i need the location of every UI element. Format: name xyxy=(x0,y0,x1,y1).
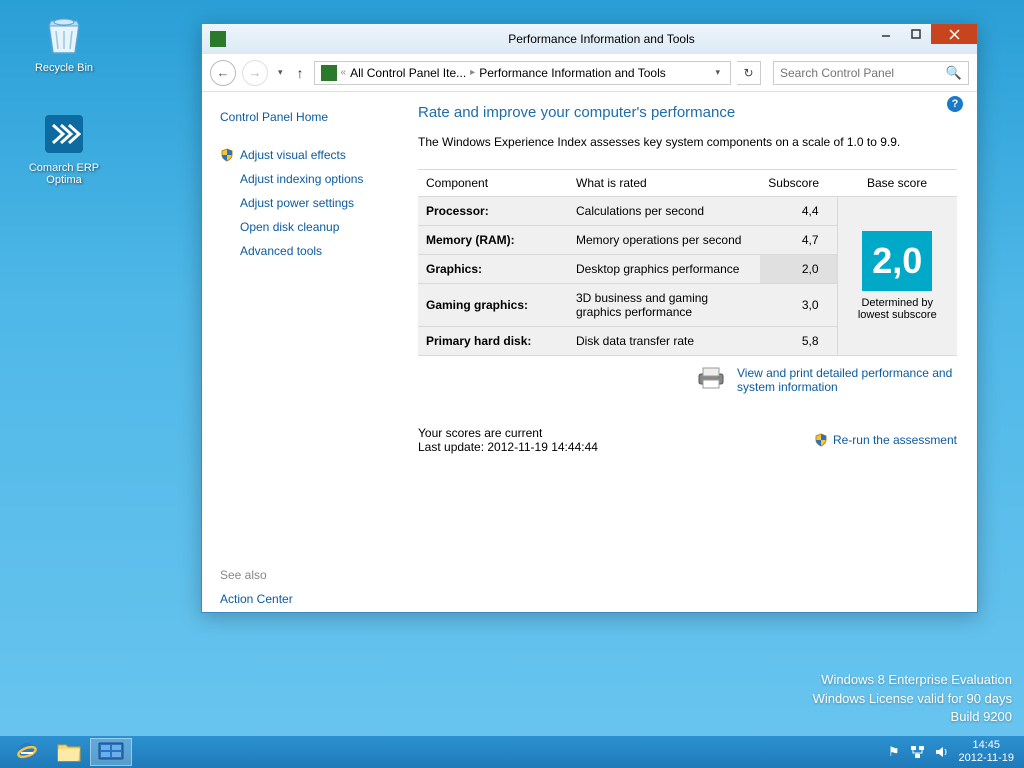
col-component: Component xyxy=(418,170,568,197)
base-score-label: Determined by lowest subscore xyxy=(846,297,950,321)
sidebar-link-advanced[interactable]: Advanced tools xyxy=(220,244,394,258)
window-performance-info: Performance Information and Tools ← → ▾ … xyxy=(201,23,978,613)
breadcrumb-dropdown[interactable]: ▾ xyxy=(711,67,724,78)
desktop-icon-comarch[interactable]: Comarch ERP Optima xyxy=(24,110,104,186)
desktop-icon-label: Comarch ERP Optima xyxy=(24,162,104,186)
row-label: Processor: xyxy=(418,197,568,226)
row-label: Memory (RAM): xyxy=(418,226,568,255)
system-tray: ⚑ 14:45 2012-11-19 xyxy=(888,739,1018,764)
row-score: 2,0 xyxy=(760,255,837,284)
taskbar-control-panel[interactable] xyxy=(90,738,132,766)
breadcrumb-item[interactable]: All Control Panel Ite... xyxy=(350,66,466,80)
search-icon: 🔍 xyxy=(946,65,962,81)
desktop-watermark: Windows 8 Enterprise Evaluation Windows … xyxy=(813,671,1012,726)
taskbar-clock[interactable]: 14:45 2012-11-19 xyxy=(959,739,1018,764)
shield-icon xyxy=(814,433,828,447)
sidebar-link-power[interactable]: Adjust power settings xyxy=(220,196,394,210)
sidebar-link-label: Adjust visual effects xyxy=(240,148,346,162)
row-rated: Memory operations per second xyxy=(568,226,760,255)
page-heading: Rate and improve your computer's perform… xyxy=(418,104,957,121)
sidebar: Control Panel Home Adjust visual effects… xyxy=(202,92,412,612)
clock-date: 2012-11-19 xyxy=(959,752,1014,765)
rerun-assessment-link[interactable]: Re-run the assessment xyxy=(814,426,957,454)
sidebar-link-label: Adjust power settings xyxy=(240,196,354,210)
row-score: 4,7 xyxy=(760,226,837,255)
breadcrumb-prefix: « xyxy=(341,67,347,78)
desktop-icon-recycle-bin[interactable]: Recycle Bin xyxy=(24,10,104,74)
base-score-cell: 2,0 Determined by lowest subscore xyxy=(837,197,957,356)
refresh-button[interactable]: ↻ xyxy=(737,61,761,85)
breadcrumb[interactable]: « All Control Panel Ite... ▸ Performance… xyxy=(314,61,731,85)
chevron-right-icon: ▸ xyxy=(470,67,475,78)
help-icon[interactable]: ? xyxy=(947,96,963,112)
printer-icon xyxy=(695,366,727,390)
view-print-link[interactable]: View and print detailed performance and … xyxy=(737,366,957,394)
watermark-line: Windows License valid for 90 days xyxy=(813,690,1012,708)
control-panel-icon xyxy=(321,65,337,81)
shield-icon xyxy=(220,148,234,162)
col-rated: What is rated xyxy=(568,170,760,197)
row-rated: Calculations per second xyxy=(568,197,760,226)
score-table: Component What is rated Subscore Base sc… xyxy=(418,169,957,356)
search-box[interactable]: 🔍 xyxy=(773,61,969,85)
search-input[interactable] xyxy=(780,66,946,80)
col-basescore: Base score xyxy=(837,170,957,197)
watermark-line: Build 9200 xyxy=(813,708,1012,726)
sidebar-link-disk-cleanup[interactable]: Open disk cleanup xyxy=(220,220,394,234)
forward-button[interactable]: → xyxy=(242,60,268,86)
volume-icon[interactable] xyxy=(935,745,949,759)
taskbar-ie[interactable] xyxy=(6,738,48,766)
breadcrumb-item[interactable]: Performance Information and Tools xyxy=(479,66,666,80)
maximize-button[interactable] xyxy=(901,24,931,44)
action-center-link[interactable]: Action Center xyxy=(220,592,394,606)
flag-icon[interactable]: ⚑ xyxy=(888,744,900,760)
sidebar-link-label: Adjust indexing options xyxy=(240,172,363,186)
history-dropdown[interactable]: ▾ xyxy=(274,67,287,78)
row-score: 4,4 xyxy=(760,197,837,226)
sidebar-link-label: Advanced tools xyxy=(240,244,322,258)
close-button[interactable] xyxy=(931,24,977,44)
row-rated: 3D business and gaming graphics performa… xyxy=(568,284,760,327)
sidebar-link-indexing[interactable]: Adjust indexing options xyxy=(220,172,394,186)
row-label: Graphics: xyxy=(418,255,568,284)
row-score: 5,8 xyxy=(760,327,837,356)
recycle-bin-icon xyxy=(40,10,88,58)
row-rated: Desktop graphics performance xyxy=(568,255,760,284)
titlebar[interactable]: Performance Information and Tools xyxy=(202,24,977,54)
network-icon[interactable] xyxy=(910,745,925,759)
comarch-icon xyxy=(40,110,88,158)
see-also-heading: See also xyxy=(220,568,394,582)
base-score-value: 2,0 xyxy=(862,231,932,291)
main-content: ? Rate and improve your computer's perfo… xyxy=(412,92,977,612)
sidebar-link-label: Open disk cleanup xyxy=(240,220,339,234)
control-panel-home-link[interactable]: Control Panel Home xyxy=(220,110,394,124)
col-subscore: Subscore xyxy=(760,170,837,197)
status-last-update: Last update: 2012-11-19 14:44:44 xyxy=(418,440,598,454)
row-label: Gaming graphics: xyxy=(418,284,568,327)
row-rated: Disk data transfer rate xyxy=(568,327,760,356)
clock-time: 14:45 xyxy=(959,739,1014,752)
window-title: Performance Information and Tools xyxy=(226,32,977,46)
minimize-button[interactable] xyxy=(871,24,901,44)
app-icon xyxy=(210,31,226,47)
row-label: Primary hard disk: xyxy=(418,327,568,356)
rerun-label: Re-run the assessment xyxy=(833,433,957,447)
taskbar-explorer[interactable] xyxy=(48,738,90,766)
taskbar: ⚑ 14:45 2012-11-19 xyxy=(0,736,1024,768)
status-current: Your scores are current xyxy=(418,426,598,440)
navbar: ← → ▾ ↑ « All Control Panel Ite... ▸ Per… xyxy=(202,54,977,92)
table-row: Processor: Calculations per second 4,4 2… xyxy=(418,197,957,226)
status-block: Your scores are current Last update: 201… xyxy=(418,426,598,454)
desktop-icon-label: Recycle Bin xyxy=(24,62,104,74)
back-button[interactable]: ← xyxy=(210,60,236,86)
up-button[interactable]: ↑ xyxy=(293,65,308,81)
page-description: The Windows Experience Index assesses ke… xyxy=(418,135,957,149)
sidebar-link-visual-effects[interactable]: Adjust visual effects xyxy=(220,148,394,162)
row-score: 3,0 xyxy=(760,284,837,327)
watermark-line: Windows 8 Enterprise Evaluation xyxy=(813,671,1012,689)
